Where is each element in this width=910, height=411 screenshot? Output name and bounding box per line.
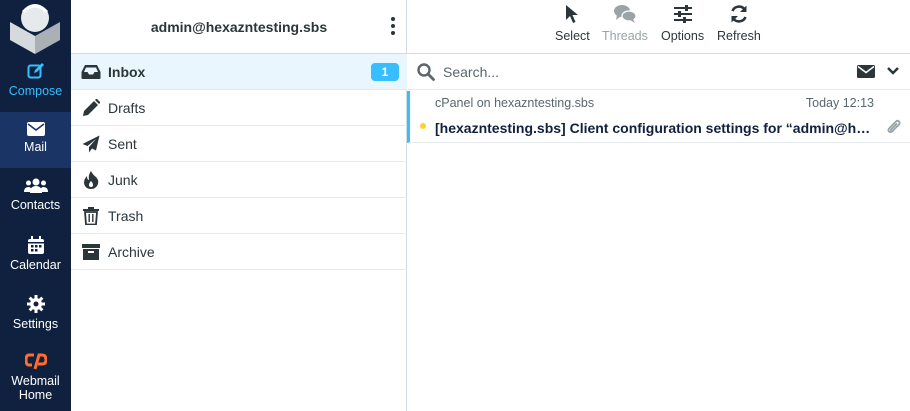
unread-indicator-icon[interactable] xyxy=(420,123,426,129)
folder-trash[interactable]: Trash xyxy=(71,198,407,234)
fire-icon xyxy=(81,170,101,190)
cursor-icon xyxy=(566,5,579,23)
comments-icon xyxy=(613,5,636,23)
refresh-icon xyxy=(731,5,747,23)
refresh-label: Refresh xyxy=(717,29,761,43)
nav-mail[interactable]: Mail xyxy=(0,112,71,168)
folder-label: Drafts xyxy=(108,99,146,116)
archive-icon xyxy=(81,242,101,262)
search-input[interactable] xyxy=(443,62,823,82)
message-date: Today 12:13 xyxy=(805,96,874,110)
nav-webmail-home[interactable]: Webmail Home xyxy=(0,352,71,408)
unread-count-badge: 1 xyxy=(371,63,399,81)
threads-label: Threads xyxy=(602,29,648,43)
message-panel: Select Threads Options Refresh Search...… xyxy=(407,0,910,411)
nav-label: Mail xyxy=(24,140,47,154)
kebab-dot-icon xyxy=(391,31,395,35)
kebab-dot-icon xyxy=(391,24,395,28)
nav-label: Compose xyxy=(8,84,63,98)
folder-list: Inbox 1 Drafts Sent Junk Trash Archive xyxy=(71,54,407,270)
compose-icon xyxy=(27,63,44,79)
paperclip-icon xyxy=(887,119,901,134)
folder-label: Sent xyxy=(108,135,137,152)
options-label: Options xyxy=(661,29,705,43)
folder-label: Inbox xyxy=(108,63,146,80)
nav-label: Calendar xyxy=(10,258,61,272)
folder-panel: admin@hexazntesting.sbs Inbox 1 Drafts S… xyxy=(71,0,407,411)
inbox-icon xyxy=(81,62,101,82)
account-name: admin@hexazntesting.sbs xyxy=(150,18,328,35)
pencil-icon xyxy=(81,98,101,118)
folder-header: admin@hexazntesting.sbs xyxy=(71,0,407,54)
calendar-icon xyxy=(27,236,44,254)
gear-icon xyxy=(26,295,45,313)
refresh-button[interactable]: Refresh xyxy=(717,4,761,43)
chevron-down-icon[interactable] xyxy=(887,66,899,76)
nav-label: Home xyxy=(18,388,53,402)
nav-label: Webmail xyxy=(11,374,60,388)
cpanel-icon xyxy=(24,353,47,370)
paper-plane-icon xyxy=(81,134,101,154)
folder-label: Archive xyxy=(108,243,155,260)
folder-label: Junk xyxy=(108,171,138,188)
nav-label: Settings xyxy=(12,317,59,331)
message-subject: [hexazntesting.sbs] Client configuration… xyxy=(435,120,875,136)
select-button[interactable]: Select xyxy=(555,4,590,43)
folder-drafts[interactable]: Drafts xyxy=(71,90,407,126)
nav-settings[interactable]: Settings xyxy=(0,295,71,341)
search-icon[interactable] xyxy=(417,63,435,81)
search-bar xyxy=(407,54,910,90)
folder-menu-button[interactable] xyxy=(387,15,399,37)
options-button[interactable]: Options xyxy=(661,4,704,43)
envelope-filter-icon[interactable] xyxy=(857,65,875,78)
message-list-item[interactable]: cPanel on hexazntesting.sbs Today 12:13 … xyxy=(407,91,910,143)
threads-button[interactable]: Threads xyxy=(602,4,648,43)
message-toolbar: Select Threads Options Refresh xyxy=(407,0,910,54)
trash-icon xyxy=(81,206,101,226)
folder-sent[interactable]: Sent xyxy=(71,126,407,162)
folder-label: Trash xyxy=(108,207,144,224)
sliders-icon xyxy=(673,5,692,23)
nav-label: Contacts xyxy=(10,198,61,212)
nav-calendar[interactable]: Calendar xyxy=(0,236,71,282)
folder-inbox[interactable]: Inbox 1 xyxy=(71,54,407,90)
roundcube-logo[interactable] xyxy=(0,0,71,56)
folder-junk[interactable]: Junk xyxy=(71,162,407,198)
select-label: Select xyxy=(555,29,590,43)
users-icon xyxy=(23,178,48,193)
kebab-dot-icon xyxy=(391,17,395,21)
message-sender: cPanel on hexazntesting.sbs xyxy=(435,96,595,110)
logo-icon xyxy=(0,0,71,56)
envelope-icon xyxy=(26,122,45,136)
nav-compose[interactable]: Compose xyxy=(0,62,71,108)
folder-archive[interactable]: Archive xyxy=(71,234,407,270)
nav-contacts[interactable]: Contacts xyxy=(0,178,71,224)
main-navigation: Compose Mail Contacts Calendar Settings … xyxy=(0,0,71,411)
